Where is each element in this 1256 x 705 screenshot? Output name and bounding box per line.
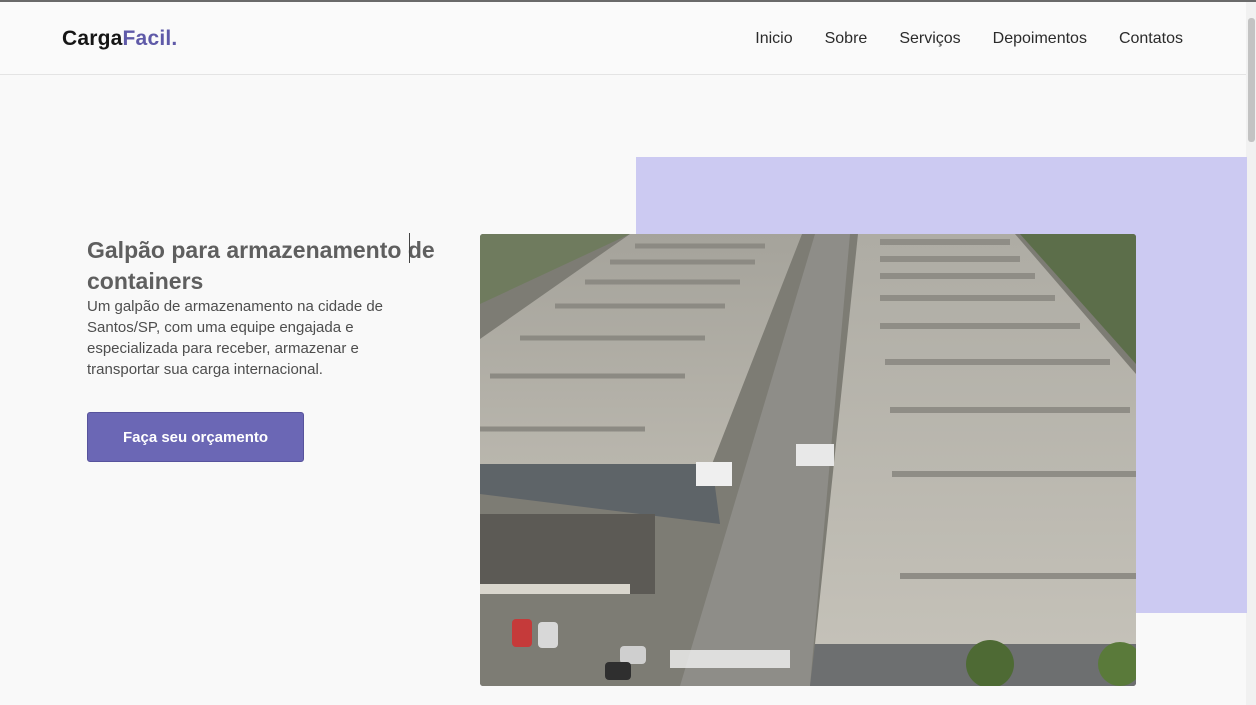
brand-name-part1: Carga <box>62 27 123 50</box>
nav-item-depoimentos[interactable]: Depoimentos <box>993 30 1087 48</box>
brand-name-part2: Facil. <box>122 27 178 50</box>
quote-button[interactable]: Faça seu orçamento <box>87 412 304 462</box>
scrollbar-thumb[interactable] <box>1248 18 1255 142</box>
hero-description: Um galpão de armazenamento na cidade de … <box>87 298 384 378</box>
site-header: CargaFacil. Inicio Sobre Serviços Depoim… <box>0 2 1246 75</box>
nav-item-servicos[interactable]: Serviços <box>899 30 960 48</box>
nav-item-sobre[interactable]: Sobre <box>825 30 868 48</box>
nav-item-contatos[interactable]: Contatos <box>1119 30 1183 48</box>
hero-title: Galpão para armazenamento de containers <box>87 237 435 294</box>
main-nav: Inicio Sobre Serviços Depoimentos Contat… <box>755 30 1183 48</box>
brand-logo[interactable]: CargaFacil. <box>62 27 177 51</box>
warehouse-aerial-photo <box>480 234 1136 686</box>
page-scrollbar[interactable] <box>1246 2 1256 705</box>
warehouse-illustration <box>480 234 1136 686</box>
nav-item-inicio[interactable]: Inicio <box>755 30 792 48</box>
text-cursor <box>409 233 410 263</box>
